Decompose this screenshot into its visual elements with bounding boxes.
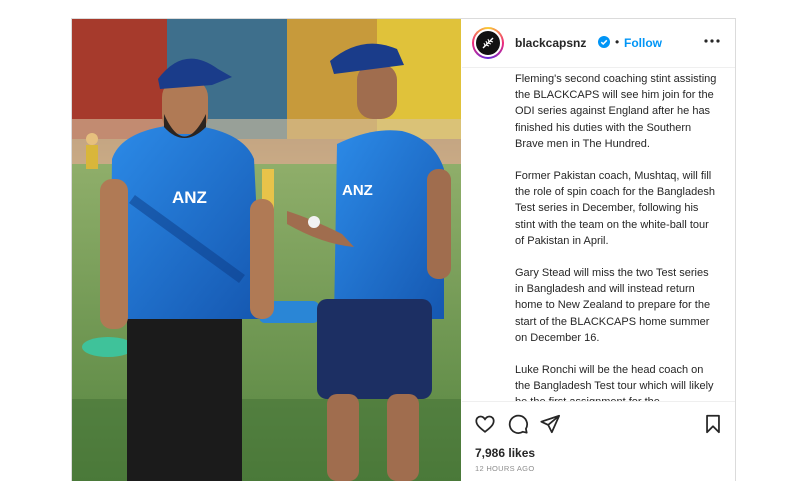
verified-badge-icon	[598, 36, 610, 48]
comment-icon[interactable]	[507, 413, 529, 435]
more-options-icon[interactable]	[702, 33, 722, 49]
post-timestamp[interactable]: 12 HOURS AGO	[475, 464, 534, 473]
post-side-panel: blackcapsnz • Follow Fleming's second co…	[462, 19, 735, 481]
instagram-post: ANZ ANZ blackcapsnz • Follow Fleming's s…	[71, 18, 736, 481]
heart-icon[interactable]	[474, 413, 496, 435]
caption-paragraph: Luke Ronchi will be the head coach on th…	[515, 364, 714, 401]
post-photo[interactable]: ANZ ANZ	[72, 19, 461, 481]
caption-paragraph: Gary Stead will miss the two Test series…	[515, 267, 711, 344]
separator-dot: •	[615, 35, 620, 49]
post-username[interactable]: blackcapsnz	[515, 36, 586, 50]
post-header: blackcapsnz • Follow	[462, 19, 735, 68]
caption-paragraph: Fleming's second coaching stint assistin…	[515, 73, 717, 150]
avatar[interactable]	[472, 27, 504, 59]
follow-button[interactable]: Follow	[624, 36, 662, 50]
bookmark-icon[interactable]	[702, 413, 724, 435]
share-icon[interactable]	[539, 413, 561, 435]
svg-text:ANZ: ANZ	[172, 188, 207, 207]
like-count[interactable]: 7,986 likes	[475, 446, 535, 460]
svg-text:ANZ: ANZ	[342, 182, 373, 199]
fern-logo-icon	[474, 29, 502, 57]
post-actions: 7,986 likes 12 HOURS AGO	[462, 401, 735, 482]
post-photo-illustration: ANZ ANZ	[72, 19, 461, 481]
caption-paragraph: Former Pakistan coach, Mushtaq, will fil…	[515, 170, 715, 247]
post-caption: Fleming's second coaching stint assistin…	[515, 71, 720, 401]
